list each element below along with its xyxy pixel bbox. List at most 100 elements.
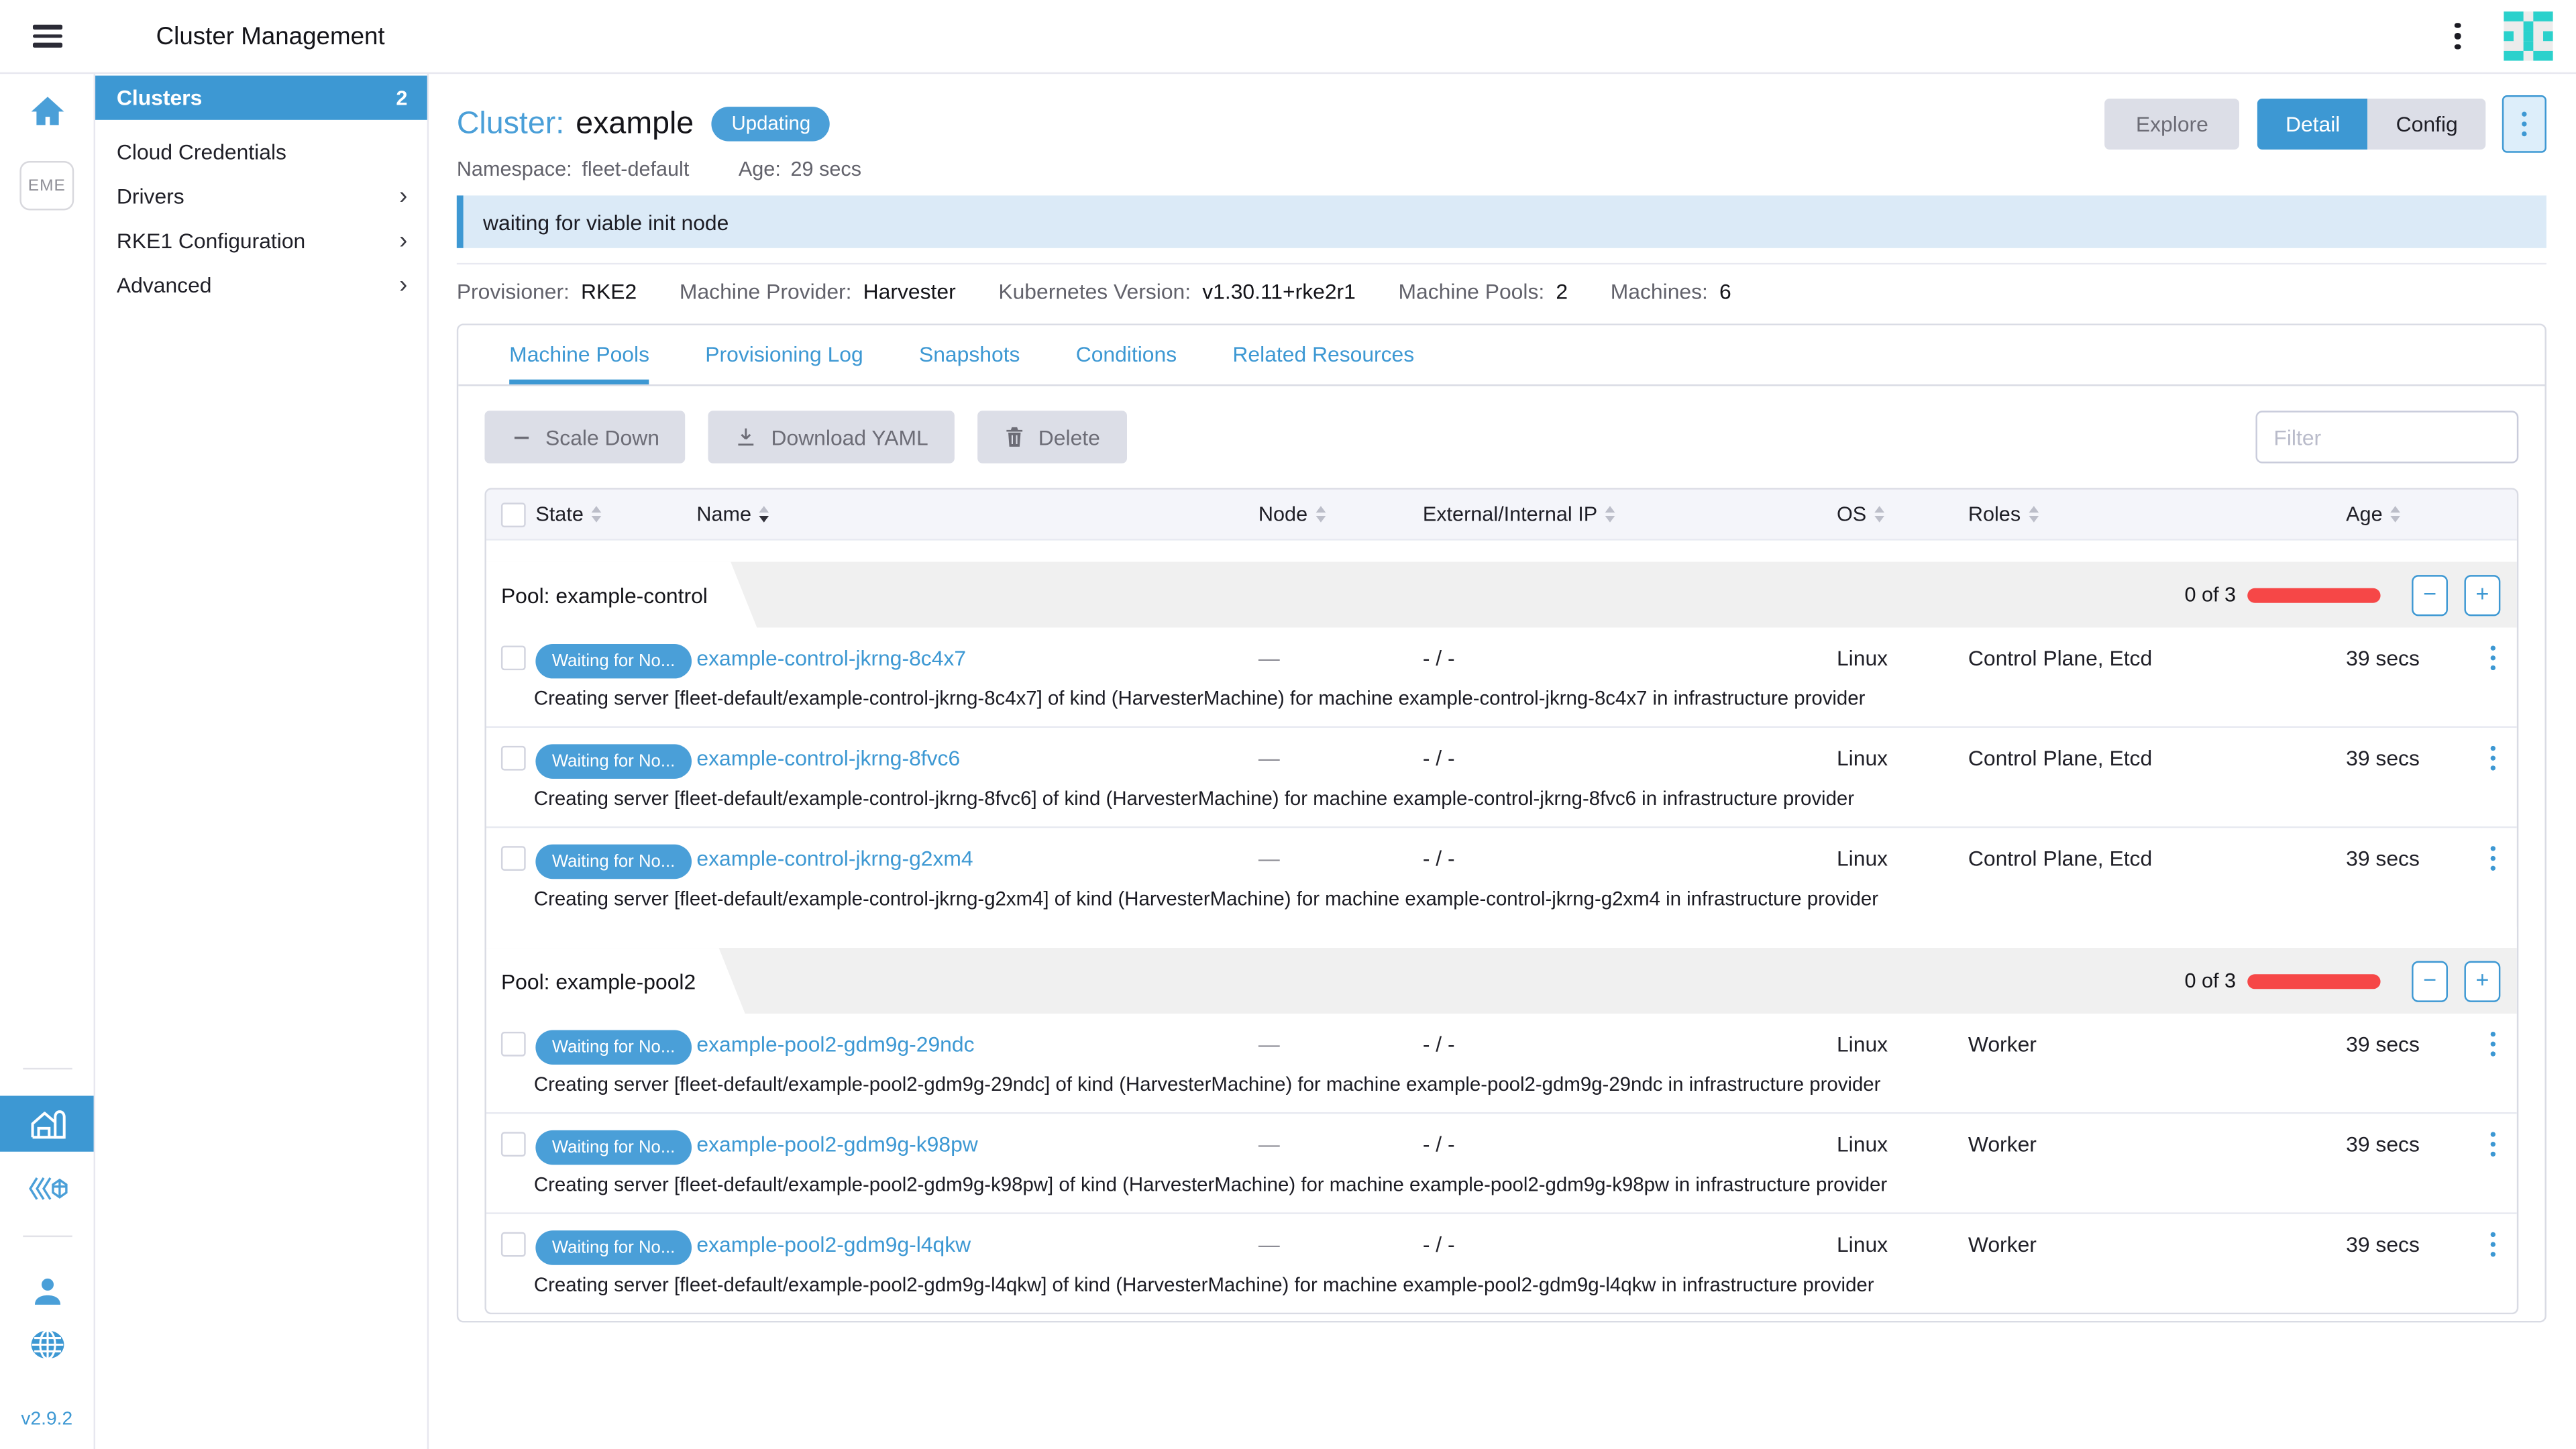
- row-checkbox[interactable]: [501, 746, 526, 771]
- column-header-os[interactable]: OS: [1837, 502, 1968, 525]
- tab-conditions[interactable]: Conditions: [1076, 325, 1177, 384]
- machine-name-link[interactable]: example-pool2-gdm9g-29ndc: [696, 1032, 974, 1057]
- group-spacer: [486, 541, 2517, 562]
- sort-icon-active: [759, 506, 769, 522]
- download-yaml-button[interactable]: Download YAML: [708, 411, 954, 463]
- machine-node: —: [1258, 846, 1423, 871]
- machine-table-row: Waiting for No... example-control-jkrng-…: [486, 728, 2517, 828]
- machine-os: Linux: [1837, 1032, 1968, 1057]
- pool-scale-controls: 0 of 3 − +: [2184, 574, 2516, 615]
- select-all-checkbox[interactable]: [501, 502, 526, 527]
- machine-ip: - / -: [1423, 645, 1837, 670]
- pool-progress-bar: [2247, 973, 2380, 988]
- scale-down-button[interactable]: Scale Down: [484, 411, 686, 463]
- info-machine-provider: Machine Provider:Harvester: [680, 279, 956, 304]
- machine-state-badge: Waiting for No...: [535, 844, 691, 878]
- menu-icon[interactable]: [33, 25, 62, 48]
- machine-age: 39 secs: [2346, 645, 2469, 670]
- row-checkbox[interactable]: [501, 846, 526, 871]
- machine-name-link[interactable]: example-pool2-gdm9g-l4qkw: [696, 1232, 971, 1257]
- top-bar: Cluster Management: [0, 0, 2576, 74]
- row-checkbox[interactable]: [501, 645, 526, 670]
- machine-table-row: Waiting for No... example-pool2-gdm9g-29…: [486, 1014, 2517, 1114]
- row-checkbox[interactable]: [501, 1132, 526, 1157]
- info-kubernetes-version: Kubernetes Version:v1.30.11+rke2r1: [998, 279, 1356, 304]
- sort-icon: [1316, 506, 1326, 522]
- rail-item-harvester-active[interactable]: [0, 1095, 94, 1151]
- machine-row-main: Waiting for No... example-control-jkrng-…: [486, 828, 2517, 889]
- sort-icon: [1874, 506, 1884, 522]
- machine-ip: - / -: [1423, 1132, 1837, 1157]
- sidebar-item-drivers[interactable]: Drivers ›: [94, 174, 427, 219]
- machine-state-badge: Waiting for No...: [535, 1230, 691, 1264]
- clusters-count-badge: 2: [396, 87, 407, 109]
- sidebar-item-advanced[interactable]: Advanced ›: [94, 263, 427, 307]
- info-provisioner: Provisioner:RKE2: [457, 279, 637, 304]
- machine-roles: Worker: [1968, 1032, 2346, 1057]
- row-actions-kebab[interactable]: [2487, 1028, 2500, 1060]
- machine-name-link[interactable]: example-control-jkrng-8c4x7: [696, 645, 966, 670]
- column-header-age[interactable]: Age: [2346, 502, 2469, 525]
- row-actions-kebab[interactable]: [2487, 1228, 2500, 1260]
- row-checkbox[interactable]: [501, 1032, 526, 1057]
- row-checkbox[interactable]: [501, 1232, 526, 1257]
- tab-provisioning-log[interactable]: Provisioning Log: [705, 325, 863, 384]
- row-actions-kebab[interactable]: [2487, 642, 2500, 674]
- scale-up-pool-button[interactable]: +: [2464, 574, 2500, 615]
- scale-down-pool-button[interactable]: −: [2412, 574, 2448, 615]
- info-machine-pools: Machine Pools:2: [1399, 279, 1568, 304]
- divider: [457, 263, 2546, 264]
- age-label: Age:: [739, 158, 781, 180]
- sort-icon: [1605, 506, 1615, 522]
- pool-scale-text: 0 of 3: [2184, 583, 2236, 606]
- column-header-node[interactable]: Node: [1258, 502, 1423, 525]
- row-actions-kebab[interactable]: [2487, 1128, 2500, 1161]
- row-actions-kebab[interactable]: [2487, 742, 2500, 774]
- config-button[interactable]: Config: [2368, 99, 2485, 150]
- scale-down-pool-button[interactable]: −: [2412, 960, 2448, 1001]
- machine-name-link[interactable]: example-control-jkrng-g2xm4: [696, 846, 973, 871]
- app-version[interactable]: v2.9.2: [21, 1409, 72, 1429]
- machine-ip: - / -: [1423, 1032, 1837, 1057]
- cluster-management-icon[interactable]: [25, 1175, 68, 1203]
- namespace-value: fleet-default: [582, 158, 689, 180]
- machine-row-main: Waiting for No... example-control-jkrng-…: [486, 628, 2517, 689]
- cluster-switcher-eme[interactable]: EME: [19, 161, 74, 210]
- cluster-actions-kebab-button[interactable]: [2502, 95, 2546, 153]
- filter-input[interactable]: [2255, 411, 2518, 463]
- detail-button[interactable]: Detail: [2257, 99, 2368, 150]
- home-icon[interactable]: [29, 95, 65, 135]
- scale-up-pool-button[interactable]: +: [2464, 960, 2500, 1001]
- delete-button[interactable]: Delete: [977, 411, 1126, 463]
- minus-icon: [511, 427, 533, 448]
- app-window: Cluster Management EME: [0, 0, 2576, 1449]
- tab-snapshots[interactable]: Snapshots: [919, 325, 1020, 384]
- tab-related-resources[interactable]: Related Resources: [1232, 325, 1414, 384]
- machine-age: 39 secs: [2346, 1132, 2469, 1157]
- sort-icon: [592, 506, 602, 522]
- tab-machine-pools[interactable]: Machine Pools: [509, 325, 649, 384]
- pool-label: Pool: example-pool2: [486, 948, 745, 1014]
- page-title: Cluster Management: [156, 22, 385, 50]
- machine-name-link[interactable]: example-control-jkrng-8fvc6: [696, 746, 960, 771]
- machine-age: 39 secs: [2346, 846, 2469, 871]
- explore-button[interactable]: Explore: [2104, 99, 2239, 150]
- machine-roles: Control Plane, Etcd: [1968, 846, 2346, 871]
- machine-name-link[interactable]: example-pool2-gdm9g-k98pw: [696, 1132, 977, 1157]
- machine-os: Linux: [1837, 1132, 1968, 1157]
- column-header-state[interactable]: State: [535, 502, 696, 525]
- user-avatar-icon[interactable]: [30, 1277, 63, 1306]
- locale-globe-icon[interactable]: [29, 1329, 65, 1360]
- resource-name: example: [576, 106, 694, 142]
- row-actions-kebab[interactable]: [2487, 843, 2500, 875]
- column-header-external-internal-ip[interactable]: External/Internal IP: [1423, 502, 1837, 525]
- column-header-name[interactable]: Name: [696, 502, 1258, 525]
- chevron-right-icon: ›: [399, 273, 407, 298]
- machine-age: 39 secs: [2346, 1032, 2469, 1057]
- sidebar-item-clusters[interactable]: Clusters 2: [94, 76, 427, 120]
- sidebar-item-rke1-configuration[interactable]: RKE1 Configuration ›: [94, 219, 427, 263]
- machine-ip: - / -: [1423, 846, 1837, 871]
- column-header-roles[interactable]: Roles: [1968, 502, 2346, 525]
- sidebar-item-cloud-credentials[interactable]: Cloud Credentials: [94, 129, 427, 174]
- header-kebab-menu-icon[interactable]: [2452, 19, 2465, 53]
